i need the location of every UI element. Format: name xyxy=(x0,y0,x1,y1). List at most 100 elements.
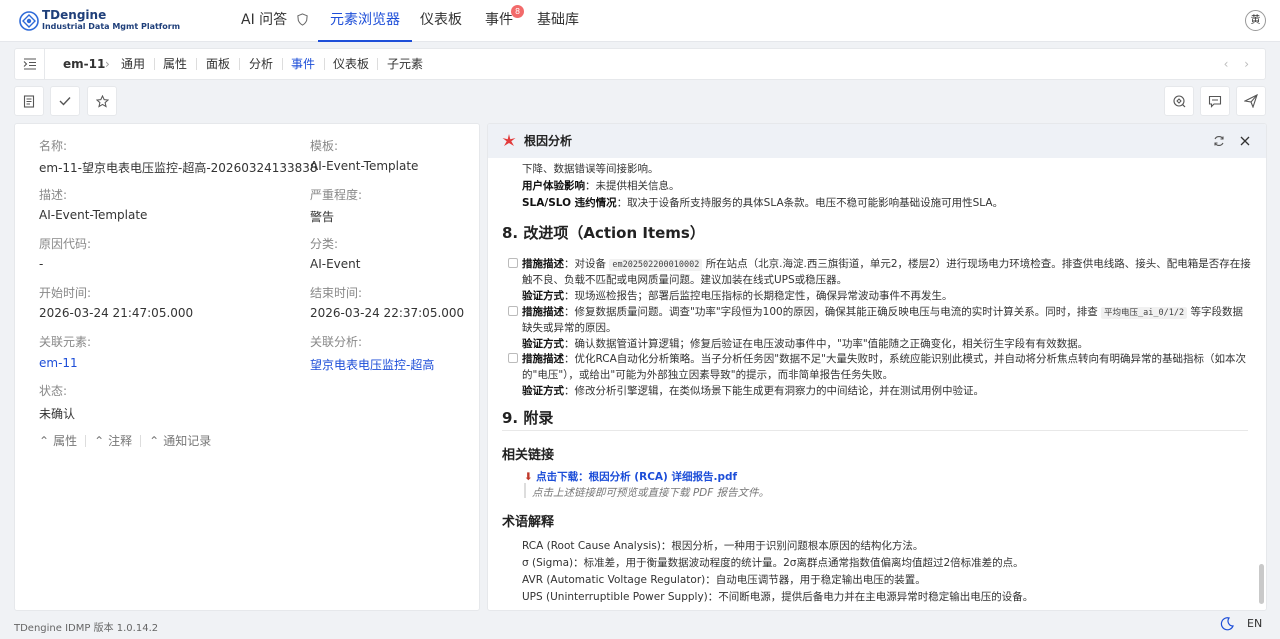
tab-attributes[interactable]: 属性 xyxy=(163,49,187,79)
ux-impact-text: ：未提供相关信息。 xyxy=(585,180,680,192)
check-icon xyxy=(59,97,71,106)
related-element-link[interactable]: em-11 xyxy=(39,356,78,370)
action-item-desc: 措施描述：优化RCA自动化分析策略。当子分析任务因"数据不足"大量失败时，系统应… xyxy=(522,351,1246,366)
nav-library-label: 基础库 xyxy=(537,12,579,28)
scroll-arrows[interactable]: ‹ › xyxy=(1224,49,1255,79)
tab-divider xyxy=(154,58,155,70)
action-desc-label: 措施描述 xyxy=(522,353,564,365)
root-cause-button[interactable] xyxy=(1164,86,1194,116)
nav-element-browser[interactable]: 元素浏览器 xyxy=(318,0,412,42)
rca-report-content: 下降、数据错误等间接影响。 用户体验影响：未提供相关信息。 SLA/SLO 违约… xyxy=(502,158,1254,608)
download-hint: 点击上述链接即可预览或直接下载 PDF 报告文件。 xyxy=(532,487,770,499)
nav-dashboard-label: 仪表板 xyxy=(420,12,462,28)
nav-element-browser-label: 元素浏览器 xyxy=(330,12,400,28)
moon-icon xyxy=(1220,617,1234,631)
tab-analysis[interactable]: 分析 xyxy=(249,49,273,79)
rca-panel-header: 根因分析 xyxy=(488,124,1266,158)
nav-ai-qa-label: AI 问答 xyxy=(241,12,288,28)
nav-events[interactable]: 事件 8 xyxy=(485,0,524,42)
action-item-checkbox[interactable] xyxy=(508,306,518,316)
end-time-value: 2026-03-24 22:37:05.000 xyxy=(310,306,465,320)
tab-divider xyxy=(282,58,283,70)
sla-text: ：取决于设备所支持服务的具体SLA条款。电压不稳可能影响基础设施可用性SLA。 xyxy=(616,197,1004,209)
action-item-checkbox[interactable] xyxy=(508,258,518,268)
tab-child-elements[interactable]: 子元素 xyxy=(387,49,423,79)
template-label: 模板: xyxy=(310,139,339,153)
tab-label: 通知记录 xyxy=(163,434,212,448)
document-button[interactable] xyxy=(14,86,44,116)
sidebar-toggle-button[interactable] xyxy=(15,49,45,79)
status-label: 状态: xyxy=(39,384,68,398)
tab-divider xyxy=(196,58,197,70)
breadcrumb-element[interactable]: em-11 xyxy=(63,49,105,79)
refresh-icon[interactable] xyxy=(1213,135,1225,147)
download-label: 点击下载： xyxy=(536,471,589,483)
nav-ai-qa[interactable]: AI 问答 xyxy=(241,0,309,42)
device-code: em202502200010002 xyxy=(609,259,703,271)
nav-dashboard[interactable]: 仪表板 xyxy=(420,0,462,42)
event-detail-panel: 名称: em-11-望京电表电压监控-超高-20260324133838 模板:… xyxy=(14,123,480,611)
send-icon xyxy=(1244,94,1258,108)
send-button[interactable] xyxy=(1236,86,1266,116)
nav-library[interactable]: 基础库 xyxy=(537,0,579,42)
chevron-up-icon: ⌃ xyxy=(149,433,160,448)
glossary-term: σ (Sigma) xyxy=(522,557,574,569)
status-value: 未确认 xyxy=(39,407,76,421)
action-desc-text: ：对设备 xyxy=(564,258,606,270)
action-item-checkbox[interactable] xyxy=(508,353,518,363)
app-logo[interactable]: TDengine Industrial Data Mgmt Platform xyxy=(18,8,180,34)
tab-dashboards[interactable]: 仪表板 xyxy=(333,49,369,79)
quote-bar xyxy=(524,483,526,498)
tab-annotations-collapse[interactable]: ⌃ 注释 xyxy=(94,432,132,449)
severity-value: 警告 xyxy=(310,210,335,224)
related-element-label: 关联元素: xyxy=(39,335,92,349)
tab-divider xyxy=(324,58,325,70)
tdengine-logo-icon xyxy=(19,11,39,31)
rca-scrollbar[interactable] xyxy=(1259,564,1264,604)
detail-tabs: ⌃ 属性 ⌃ 注释 ⌃ 通知记录 xyxy=(39,432,211,449)
tab-general[interactable]: 通用 xyxy=(121,49,145,79)
tab-divider xyxy=(140,434,142,447)
download-filename[interactable]: 根因分析 (RCA) 详细报告.pdf xyxy=(589,471,737,483)
theme-toggle[interactable] xyxy=(1220,617,1234,634)
tab-panels[interactable]: 面板 xyxy=(206,49,230,79)
verify-text: ：确认数据管道计算逻辑；修复后验证在电压波动事件中，"功率"值能随之正确变化，相… xyxy=(564,338,1089,350)
end-time-label: 结束时间: xyxy=(310,286,363,300)
divider xyxy=(502,430,1248,431)
breadcrumb-bar: em-11 › 通用 属性 面板 分析 事件 仪表板 子元素 ‹ › xyxy=(14,48,1266,80)
section-heading-appendix: 9. 附录 xyxy=(502,409,554,427)
related-links-heading: 相关链接 xyxy=(502,448,555,463)
nav-events-label: 事件 xyxy=(485,12,513,28)
user-avatar[interactable]: 黄 xyxy=(1245,10,1266,31)
close-icon[interactable] xyxy=(1240,136,1250,146)
tab-notifications-collapse[interactable]: ⌃ 通知记录 xyxy=(149,432,211,449)
app-subtitle: Industrial Data Mgmt Platform xyxy=(42,22,181,31)
download-report-link[interactable]: ⬇ 点击下载：根因分析 (RCA) 详细报告.pdf xyxy=(524,469,737,484)
action-item-desc: 措施描述：修复数据质量问题。调查"功率"字段恒为100的原因，确保其能正确反映电… xyxy=(522,304,1243,319)
field-code: 平均电压_ai_0/1/2 xyxy=(1101,307,1188,319)
comment-button[interactable] xyxy=(1200,86,1230,116)
app-name: TDengine xyxy=(42,8,107,22)
related-analysis-link[interactable]: 望京电表电压监控-超高 xyxy=(310,356,434,373)
name-value: em-11-望京电表电压监控-超高-20260324133838 xyxy=(39,161,318,175)
verify-label: 验证方式 xyxy=(522,290,564,302)
glossary-def: ：标准差，用于衡量数据波动程度的统计量。2σ离群点通常指数值偏离均值超过2倍标准… xyxy=(573,557,1024,569)
category-value: AI-Event xyxy=(310,257,361,271)
language-switch[interactable]: EN xyxy=(1247,617,1262,630)
verify-text: ：现场巡检报告；部署后监控电压指标的长期稳定性，确保异常波动事件不再发生。 xyxy=(564,290,953,302)
acknowledge-button[interactable] xyxy=(50,86,80,116)
glossary-term: RCA (Root Cause Analysis) xyxy=(522,540,661,552)
tab-events[interactable]: 事件 xyxy=(291,49,315,79)
glossary-def: ：不间断电源，提供后备电力并在主电源异常时稳定输出电压的设备。 xyxy=(707,591,1034,603)
category-label: 分类: xyxy=(310,237,339,251)
favorite-button[interactable] xyxy=(87,86,117,116)
report-text: 下降、数据错误等间接影响。 xyxy=(522,163,659,175)
action-item-verify: 验证方式：确认数据管道计算逻辑；修复后验证在电压波动事件中，"功率"值能随之正确… xyxy=(522,336,1088,351)
action-item-verify: 验证方式：现场巡检报告；部署后监控电压指标的长期稳定性，确保异常波动事件不再发生… xyxy=(522,288,953,303)
tab-attributes-collapse[interactable]: ⌃ 属性 xyxy=(39,432,77,449)
events-count-badge: 8 xyxy=(511,5,524,18)
glossary-term: AVR (Automatic Voltage Regulator) xyxy=(522,574,706,586)
rca-panel-title: 根因分析 xyxy=(524,134,573,148)
severity-label: 严重程度: xyxy=(310,188,363,202)
chevron-up-icon: ⌃ xyxy=(94,433,105,448)
